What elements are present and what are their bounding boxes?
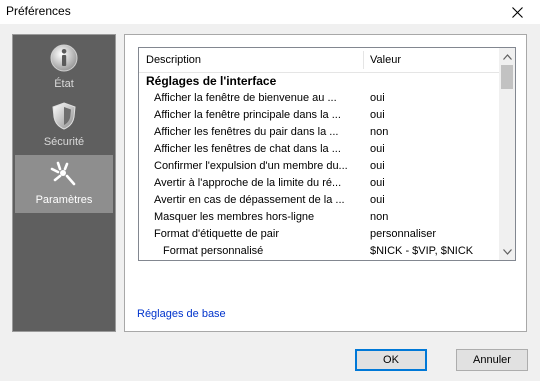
column-header-description[interactable]: Description <box>146 54 201 66</box>
row-value[interactable]: oui <box>370 158 498 175</box>
row-label: Réglages de l'interface <box>146 74 277 88</box>
column-divider[interactable] <box>363 51 364 69</box>
close-icon <box>511 6 523 18</box>
row-value[interactable]: $NICK - $VIP, $NICK <box>370 243 498 260</box>
row-label: Afficher les fenêtres du pair dans la ..… <box>154 126 339 138</box>
row-label: Afficher la fenêtre de bienvenue au ... <box>154 92 337 104</box>
row-label: Afficher la fenêtre principale dans la .… <box>154 109 341 121</box>
vertical-scrollbar[interactable] <box>499 48 515 260</box>
grid-section-row[interactable]: Réglages de l'interface <box>139 73 500 90</box>
chevron-down-icon <box>502 248 512 255</box>
row-value[interactable]: oui <box>370 175 498 192</box>
close-button[interactable] <box>494 0 540 24</box>
grid-row[interactable]: Afficher les fenêtres du pair dans la ..… <box>139 124 500 141</box>
row-label: Avertir en cas de dépassement de la ... <box>154 194 345 206</box>
row-label: Afficher les fenêtres de chat dans la ..… <box>154 143 341 155</box>
grid-row[interactable]: Confirmer l'expulsion d'un membre du... … <box>139 158 500 175</box>
grid-rows: Réglages de l'interface Afficher la fenê… <box>139 73 500 260</box>
title-bar: Préférences <box>0 0 540 24</box>
grid-row[interactable]: Format d'étiquette de pair personnaliser <box>139 226 500 243</box>
sparkle-icon <box>50 161 76 186</box>
basic-settings-link[interactable]: Réglages de base <box>137 308 226 320</box>
grid-row[interactable]: Afficher la fenêtre de bienvenue au ... … <box>139 90 500 107</box>
row-value[interactable]: oui <box>370 192 498 209</box>
row-value[interactable]: oui <box>370 107 498 124</box>
row-label: Masquer les membres hors-ligne <box>154 211 315 223</box>
sidebar-item-parametres[interactable]: Paramètres <box>15 155 113 213</box>
sidebar-item-label: Paramètres <box>35 194 93 206</box>
row-label: Format d'étiquette de pair <box>154 228 280 240</box>
grid-header: Description Valeur <box>139 48 500 73</box>
window-title: Préférences <box>6 4 71 18</box>
cancel-button[interactable]: Annuler <box>456 349 528 371</box>
grid-row[interactable]: Afficher les fenêtres de chat dans la ..… <box>139 141 500 158</box>
shield-icon <box>52 102 76 130</box>
row-value[interactable]: oui <box>370 141 498 158</box>
row-label: Avertir à l'approche de la limite du ré.… <box>154 177 342 189</box>
property-grid[interactable]: Description Valeur Réglages de l'interfa… <box>138 47 516 261</box>
row-value[interactable]: personnaliser <box>370 226 498 243</box>
row-label: Confirmer l'expulsion d'un membre du... <box>154 160 348 172</box>
chevron-up-icon <box>502 53 512 60</box>
row-value[interactable]: non <box>370 209 498 226</box>
scroll-up-button[interactable] <box>499 48 515 65</box>
sidebar-item-securite[interactable]: Sécurité <box>15 97 113 155</box>
row-value[interactable]: non <box>370 124 498 141</box>
grid-row[interactable]: Format personnalisé $NICK - $VIP, $NICK <box>139 243 500 260</box>
ok-button[interactable]: OK <box>355 349 427 371</box>
scrollbar-thumb[interactable] <box>501 65 513 89</box>
row-label: Format personnalisé <box>163 245 264 257</box>
sidebar-item-label: Sécurité <box>43 136 85 148</box>
grid-row[interactable]: Avertir à l'approche de la limite du ré.… <box>139 175 500 192</box>
column-header-valeur[interactable]: Valeur <box>370 54 401 66</box>
grid-row[interactable]: Masquer les membres hors-ligne non <box>139 209 500 226</box>
sidebar: État Sécurité Paramètres <box>12 34 116 332</box>
info-icon <box>50 44 78 72</box>
sidebar-item-etat[interactable]: État <box>15 39 113 97</box>
scroll-down-button[interactable] <box>499 243 515 260</box>
grid-row[interactable]: Afficher la fenêtre principale dans la .… <box>139 107 500 124</box>
grid-row[interactable]: Avertir en cas de dépassement de la ... … <box>139 192 500 209</box>
sidebar-item-label: État <box>54 78 74 90</box>
settings-panel: Description Valeur Réglages de l'interfa… <box>124 34 527 332</box>
row-value[interactable]: oui <box>370 90 498 107</box>
